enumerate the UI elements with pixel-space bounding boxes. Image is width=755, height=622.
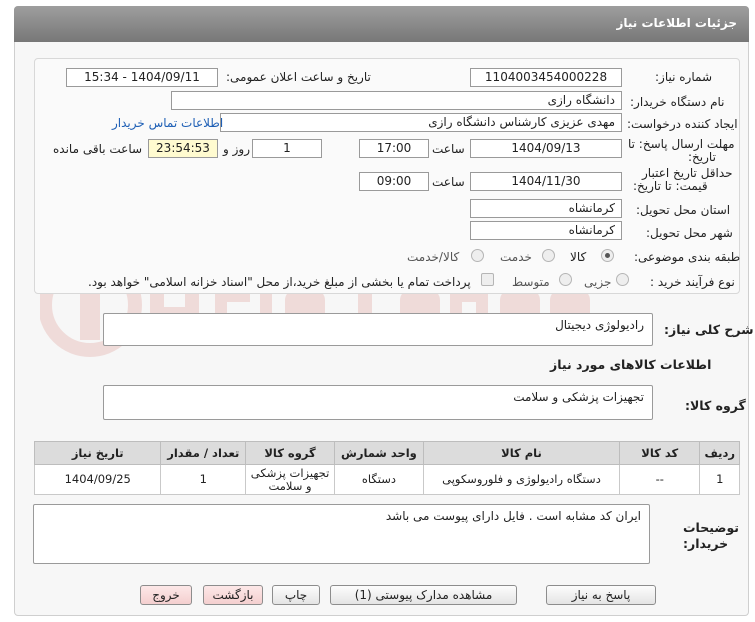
cell-need-date: 1404/09/25 xyxy=(33,464,162,495)
category-option-goods-service: کالا/خدمت xyxy=(407,250,460,264)
exit-button[interactable]: خروج xyxy=(140,585,192,605)
deadline-date-field: 1404/09/13 xyxy=(470,139,622,158)
treasury-payment-note: پرداخت تمام یا بخشی از مبلغ خرید،از محل … xyxy=(88,275,471,289)
description-field: رادیولوژی دیجیتال xyxy=(103,313,653,346)
buyer-org-label: نام دستگاه خریدار: xyxy=(630,95,725,109)
process-label: نوع فرآیند خرید : xyxy=(650,275,735,289)
goods-group-field: تجهیزات پزشکی و سلامت xyxy=(103,385,653,420)
view-attachments-button[interactable]: مشاهده مدارک پیوستی (1) xyxy=(330,585,517,605)
col-row: ردیف xyxy=(699,441,740,465)
remaining-time-field: 23:54:53 xyxy=(148,139,218,158)
process-radio-minor[interactable] xyxy=(616,273,629,286)
days-label: روز و xyxy=(223,142,250,156)
validity-label: حداقل تاریخ اعتبار xyxy=(642,166,733,180)
category-option-service: خدمت xyxy=(500,250,532,264)
validity-date-field: 1404/11/30 xyxy=(470,172,622,191)
goods-group-label: گروه کالا: xyxy=(685,398,746,413)
col-code: کد کالا xyxy=(619,441,701,465)
category-radio-service[interactable] xyxy=(542,249,555,262)
need-number-label: شماره نیاز: xyxy=(655,70,712,84)
need-number-field: 1104003454000228 xyxy=(470,68,622,87)
deadline-label: مهلت ارسال پاسخ: تا xyxy=(628,137,735,151)
deadline-time-label: ساعت xyxy=(432,142,465,156)
announce-date-label: تاریخ و ساعت اعلان عمومی: xyxy=(226,70,371,84)
deadline-time-field: 17:00 xyxy=(359,139,429,158)
goods-table-header: ردیف کد کالا نام کالا واحد شمارش گروه کا… xyxy=(33,441,740,465)
cell-quantity: 1 xyxy=(160,464,247,495)
col-name: نام کالا xyxy=(422,441,621,465)
cell-name: دستگاه رادیولوژی و فلوروسکوپی xyxy=(422,464,621,495)
days-field: 1 xyxy=(252,139,322,158)
city-field: کرمانشاه xyxy=(470,221,622,240)
validity-date-label: قیمت: تا تاریخ: xyxy=(633,179,708,193)
cell-row: 1 xyxy=(699,464,740,495)
page-title: جزئیات اطلاعات نیاز xyxy=(14,6,749,42)
treasury-payment-checkbox[interactable] xyxy=(481,273,494,286)
buyer-notes-label: توضیحات xyxy=(683,520,739,535)
description-label: شرح کلی نیاز: xyxy=(664,322,754,337)
process-option-medium: متوسط xyxy=(512,275,550,289)
cell-code: -- xyxy=(619,464,701,495)
goods-table: ردیف کد کالا نام کالا واحد شمارش گروه کا… xyxy=(33,441,740,495)
category-label: طبقه بندی موضوعی: xyxy=(634,250,741,264)
category-radio-goods-service[interactable] xyxy=(471,249,484,262)
goods-section-title: اطلاعات کالاهای مورد نیاز xyxy=(550,357,712,372)
table-row: 1 -- دستگاه رادیولوژی و فلوروسکوپی دستگا… xyxy=(33,464,740,495)
cell-group: تجهیزات پزشکی و سلامت xyxy=(245,464,335,495)
creator-label: ایجاد کننده درخواست: xyxy=(627,117,738,131)
reply-button[interactable]: پاسخ به نیاز xyxy=(546,585,656,605)
process-radio-medium[interactable] xyxy=(559,273,572,286)
validity-time-label: ساعت xyxy=(432,175,465,189)
back-button[interactable]: بازگشت xyxy=(203,585,263,605)
buyer-notes-label-2: خریدار: xyxy=(683,536,729,551)
validity-time-field: 09:00 xyxy=(359,172,429,191)
col-group: گروه کالا xyxy=(245,441,335,465)
creator-field: مهدی عزیزی کارشناس دانشگاه رازی xyxy=(220,113,622,132)
col-unit: واحد شمارش xyxy=(333,441,424,465)
province-field: کرمانشاه xyxy=(470,199,622,218)
col-need-date: تاریخ نیاز xyxy=(33,441,162,465)
buyer-contact-link[interactable]: اطلاعات تماس خریدار xyxy=(112,116,223,130)
city-label: شهر محل تحویل: xyxy=(646,226,733,240)
category-option-goods: کالا xyxy=(570,250,587,264)
print-button[interactable]: چاپ xyxy=(272,585,320,605)
category-radio-goods[interactable] xyxy=(601,249,614,262)
province-label: استان محل تحویل: xyxy=(636,203,731,217)
col-quantity: تعداد / مقدار xyxy=(160,441,247,465)
announce-date-field: 1404/09/11 - 15:34 xyxy=(66,68,218,87)
buyer-notes-field: ایران کد مشابه است . فایل دارای پیوست می… xyxy=(33,504,650,564)
deadline-date-label: تاریخ: xyxy=(688,150,716,164)
remaining-time-label: ساعت باقی مانده xyxy=(53,142,143,156)
buyer-org-field: دانشگاه رازی xyxy=(171,91,622,110)
cell-unit: دستگاه xyxy=(333,464,424,495)
process-option-minor: جزیی xyxy=(584,275,612,289)
